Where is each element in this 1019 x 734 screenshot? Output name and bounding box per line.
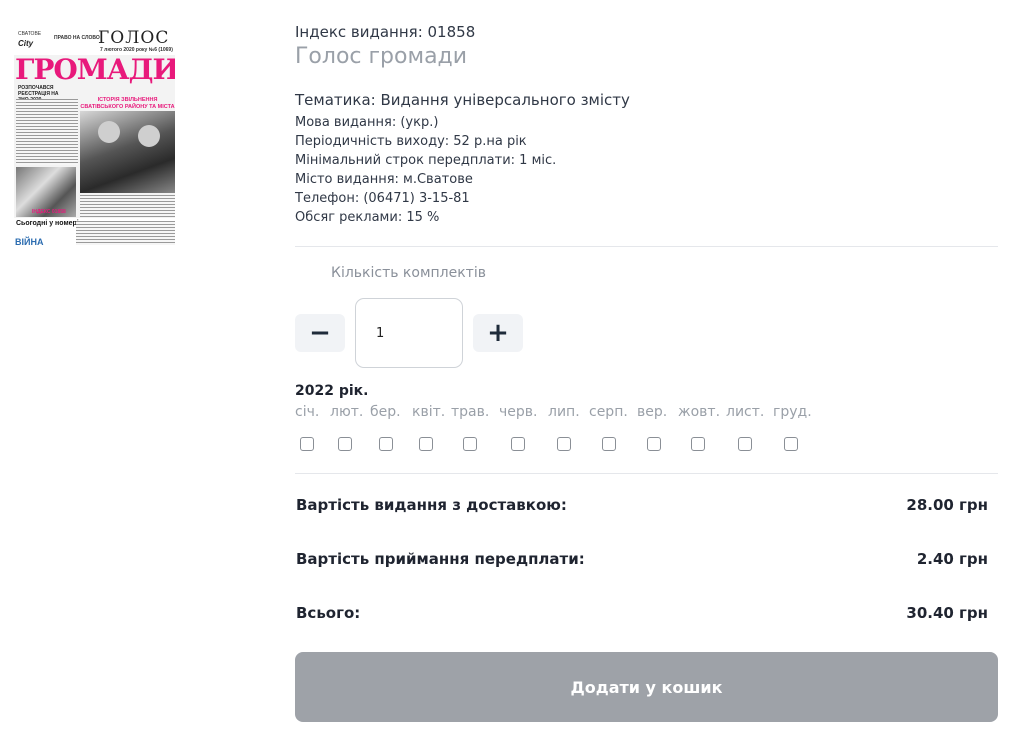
month-label-oct: жовт. [678, 404, 721, 420]
month-label-jun: черв. [499, 404, 538, 420]
publication-frequency: Періодичність виходу: 52 р.на рік [295, 134, 527, 149]
month-checkbox-nov[interactable] [738, 437, 752, 451]
cover-city-logo: City [18, 39, 34, 48]
add-to-cart-button[interactable]: Додати у кошик [295, 652, 998, 722]
cover-text-column [16, 99, 78, 165]
publication-min-term: Мінімальний строк передплати: 1 міс. [295, 153, 557, 168]
month-label-jan: січ. [295, 404, 320, 420]
quantity-decrement-button[interactable]: − [295, 314, 345, 352]
month-checkbox-mar[interactable] [379, 437, 393, 451]
month-label-nov: лист. [726, 404, 765, 420]
price-row-fee: Вартість приймання передплати: 2.40 грн [296, 550, 988, 568]
cover-headline-right: ІСТОРІЯ ЗВІЛЬНЕННЯ СВАТІВСЬКОГО РАЙОНУ Т… [80, 97, 175, 117]
month-checkbox-feb[interactable] [338, 437, 352, 451]
cover-bottom-word: ВІЙНА [15, 237, 44, 247]
month-label-feb: лют. [330, 404, 364, 420]
month-checkbox-apr[interactable] [419, 437, 433, 451]
cover-masthead-main: ГРОМАДИ [15, 53, 175, 86]
cover-slogan: ПРАВО НА СЛОВО [54, 35, 100, 41]
publication-index: Індекс видання: 01858 [295, 23, 476, 41]
price-delivery-label: Вартість видання з доставкою: [296, 496, 567, 514]
publication-cover-image: СВАТОВЕ City ПРАВО НА СЛОВО ГОЛОС 7 люто… [14, 25, 175, 247]
month-label-jul: лип. [548, 404, 580, 420]
month-checkbox-dec[interactable] [784, 437, 798, 451]
publication-phone: Телефон: (06471) 3-15-81 [295, 191, 470, 206]
cover-text-column [80, 195, 175, 217]
cover-photo [80, 111, 175, 193]
month-checkbox-sep[interactable] [647, 437, 661, 451]
quantity-label: Кількість комплектів [331, 265, 486, 281]
divider [295, 473, 998, 474]
month-label-apr: квіт. [412, 404, 446, 420]
divider [295, 246, 998, 247]
month-label-may: трав. [451, 404, 490, 420]
month-checkbox-jul[interactable] [557, 437, 571, 451]
cover-text-column [76, 221, 175, 245]
price-fee-value: 2.40 грн [916, 550, 988, 568]
publication-topic: Тематика: Видання універсального змісту [295, 91, 630, 109]
price-fee-label: Вартість приймання передплати: [296, 550, 585, 568]
month-checkbox-jan[interactable] [300, 437, 314, 451]
month-label-dec: груд. [773, 404, 812, 420]
publication-language: Мова видання: (укр.) [295, 115, 439, 130]
publication-city: Місто видання: м.Сватове [295, 172, 473, 187]
price-row-delivery: Вартість видання з доставкою: 28.00 грн [296, 496, 988, 514]
month-label-sep: вер. [637, 404, 668, 420]
price-row-total: Всього: 30.40 грн [296, 604, 988, 622]
subscription-year: 2022 рік. [295, 383, 369, 399]
publication-title: Голос громади [295, 44, 468, 69]
month-checkbox-may[interactable] [463, 437, 477, 451]
price-delivery-value: 28.00 грн [906, 496, 988, 514]
quantity-input[interactable] [355, 298, 463, 368]
cover-city-label: СВАТОВЕ [18, 31, 42, 37]
cover-today-label: Сьогодні у номері: [16, 220, 82, 227]
cover-index: ІНДЕКС 01858 [32, 209, 66, 215]
quantity-increment-button[interactable]: + [473, 314, 523, 352]
cover-masthead-top: ГОЛОС [98, 28, 170, 48]
publication-ads: Обсяг реклами: 15 % [295, 210, 440, 225]
month-checkbox-jun[interactable] [511, 437, 525, 451]
month-checkbox-aug[interactable] [602, 437, 616, 451]
month-label-aug: серп. [589, 404, 628, 420]
price-total-value: 30.40 грн [906, 604, 988, 622]
month-label-mar: бер. [370, 404, 401, 420]
price-total-label: Всього: [296, 604, 361, 622]
month-checkbox-oct[interactable] [691, 437, 705, 451]
